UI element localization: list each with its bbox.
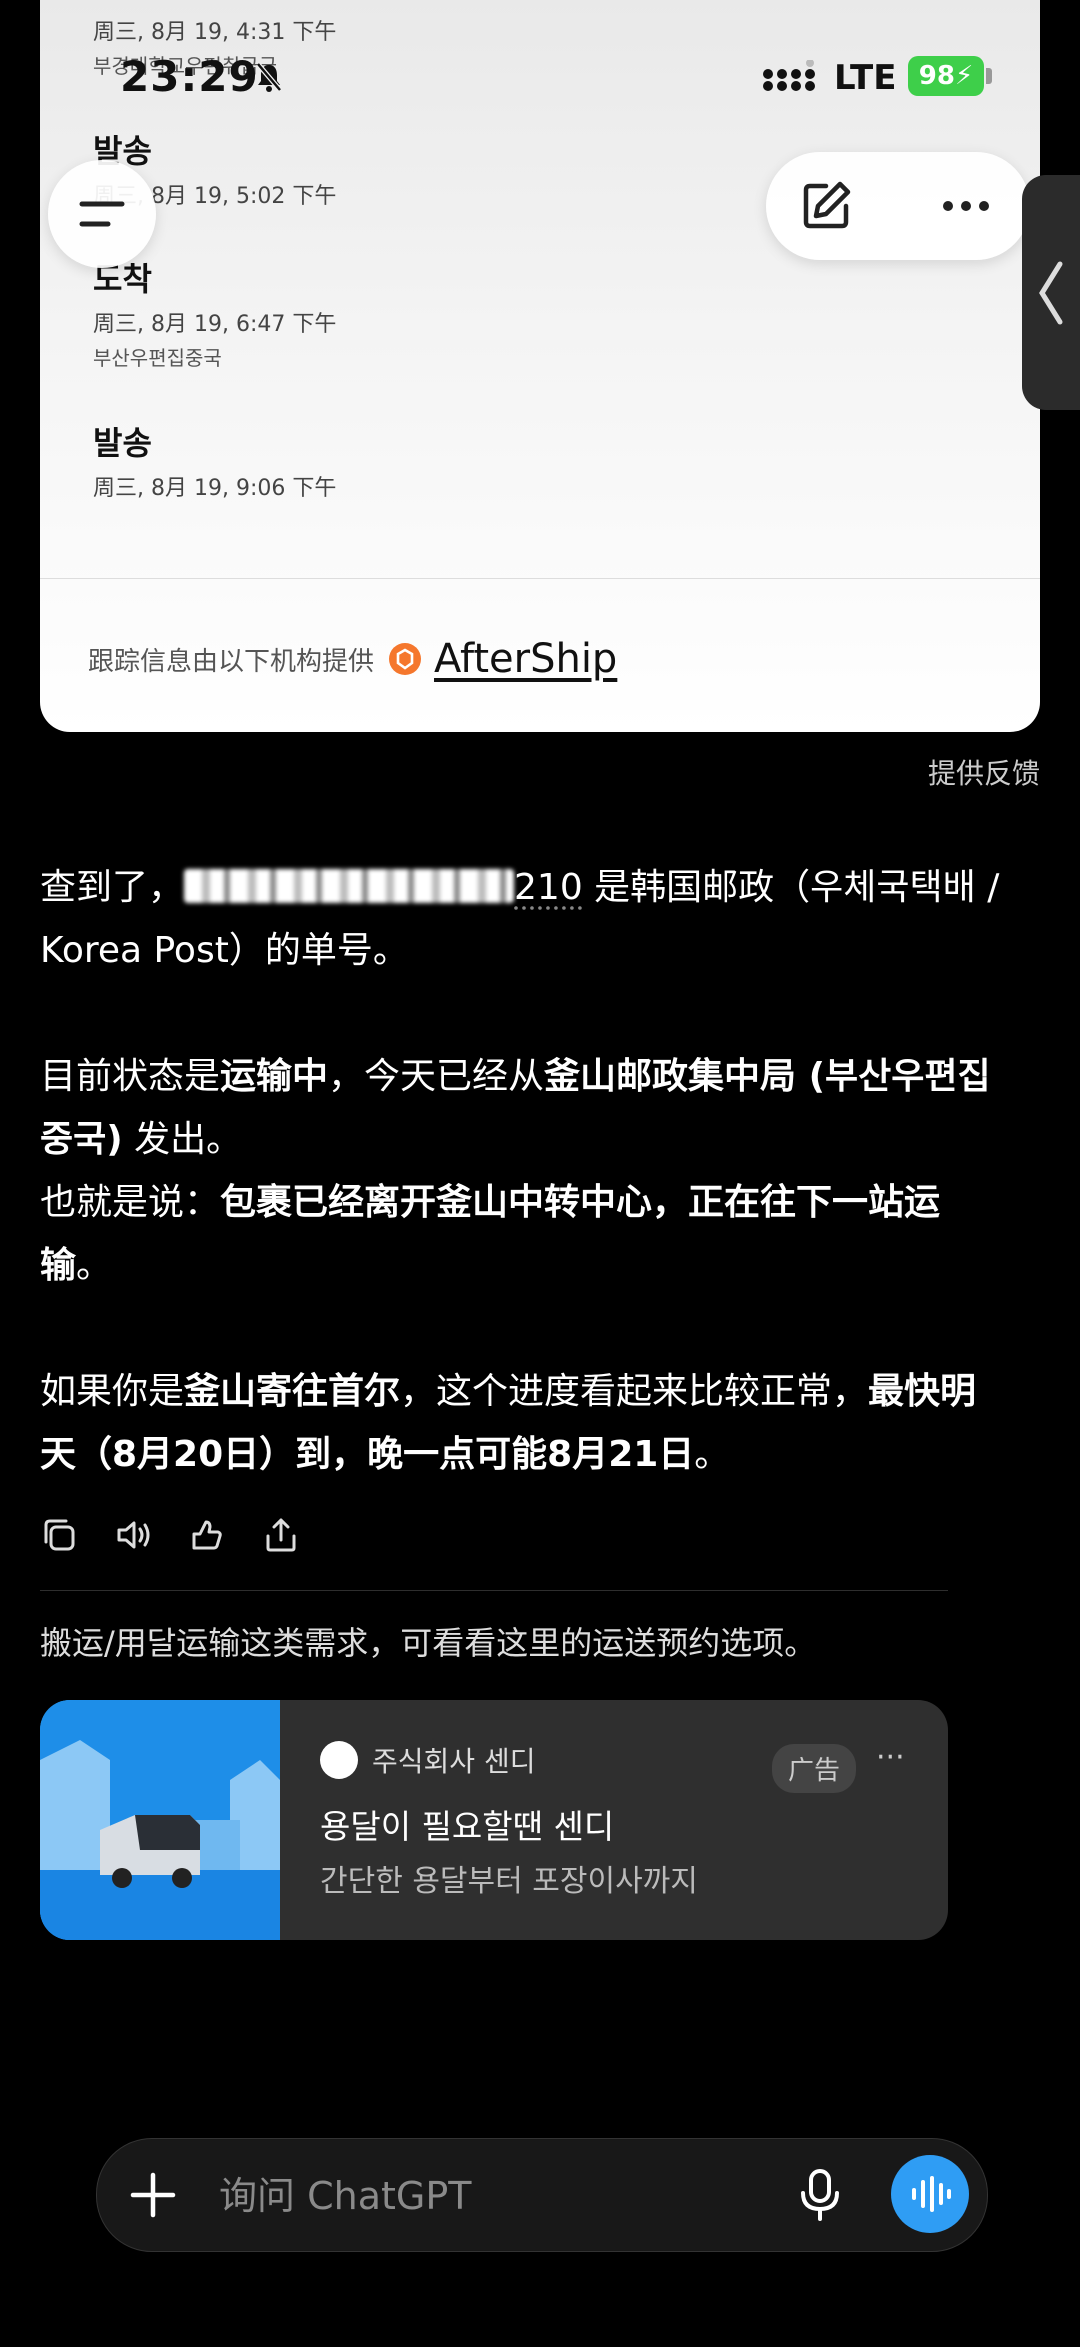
- sponsored-card[interactable]: 주식회사 센디 용달이 필요할땐 센디 간단한 용달부터 포장이사까지 广告 ·…: [40, 1700, 948, 1940]
- message-paragraph: 目前状态是运输中，今天已经从釜山邮政集中局 (부산우편집중국) 发出。: [40, 1045, 1000, 1171]
- message-text: ，这个进度看起来比较正常，: [400, 1371, 869, 1412]
- event-status: 발송: [93, 132, 152, 170]
- message-divider: [40, 1590, 948, 1591]
- battery-level: 98: [918, 61, 955, 91]
- chat-input[interactable]: [217, 2167, 821, 2225]
- message-text: 目前状态是: [40, 1056, 221, 1097]
- tracking-source: 跟踪信息由以下机构提供 AfterShip: [88, 636, 617, 682]
- event-status: 발송: [93, 424, 152, 462]
- tracking-event-4: 발송 周三, 8月 19, 9:06 下午: [93, 418, 336, 502]
- redacted-number: [184, 869, 515, 903]
- new-chat-edit-icon[interactable]: [796, 176, 856, 236]
- composer-bar: [96, 2138, 988, 2252]
- bell-muted-icon: [256, 62, 282, 92]
- copy-icon[interactable]: [40, 1516, 78, 1554]
- feedback-thumbs-icon[interactable]: [188, 1516, 226, 1554]
- side-panel-handle[interactable]: [1022, 175, 1080, 410]
- read-aloud-icon[interactable]: [114, 1516, 152, 1554]
- microphone-icon[interactable]: [791, 2165, 849, 2223]
- charging-icon: ⚡: [954, 61, 974, 91]
- message-text: ，今天已经从: [328, 1056, 545, 1097]
- ad-brand-name: 주식회사 센디: [372, 1745, 536, 1778]
- ad-truck-image: [40, 1700, 280, 1940]
- event-status: 도착: [93, 260, 152, 298]
- menu-icon: [79, 201, 125, 227]
- tracking-card: 周三, 8月 19, 4:31 下午 부경대학교우편취급국 발송 周三, 8月 …: [40, 0, 1040, 732]
- message-paragraph: 如果你是釜山寄往首尔，这个进度看起来比较正常，最快明天（8月20日）到，晚一点可…: [40, 1360, 1000, 1486]
- event-time: 周三, 8月 19, 9:06 下午: [93, 476, 337, 501]
- source-label: 跟踪信息由以下机构提供: [88, 646, 375, 677]
- chevron-left-icon: [1039, 261, 1063, 324]
- message-text: 发出。: [122, 1119, 243, 1160]
- ad-description: 간단한 용달부터 포장이사까지: [320, 1864, 698, 1899]
- share-icon[interactable]: [262, 1516, 300, 1554]
- brand-logo-icon: [320, 1741, 358, 1779]
- aftership-logo-icon: [389, 643, 422, 675]
- status-time: 23:29: [120, 52, 259, 101]
- ad-badge: 广告: [772, 1744, 857, 1793]
- network-type: LTE: [834, 58, 897, 98]
- voice-mode-button[interactable]: [891, 2155, 969, 2233]
- message-paragraph: 也就是说：包裹已经离开釜山中转中心，正在往下一站运输。: [40, 1171, 1000, 1297]
- tracking-number[interactable]: 210: [184, 867, 583, 908]
- ad-more-button[interactable]: ···: [876, 1740, 905, 1775]
- message-actions: [40, 1516, 300, 1554]
- battery-indicator: 98 ⚡: [908, 56, 984, 96]
- assistant-message: 查到了， 210 是韩国邮政（우체국택배 / Korea Post）的单号。 目前…: [40, 856, 1000, 1486]
- plus-icon[interactable]: [125, 2167, 181, 2223]
- menu-button[interactable]: [48, 160, 156, 268]
- feedback-link[interactable]: 提供反馈: [928, 752, 1040, 792]
- card-divider: [40, 578, 1040, 579]
- ad-intro: 搬运/用달运输这类需求，可看看这里的运送预约选项。: [40, 1624, 817, 1662]
- tracking-number-suffix: 210: [514, 867, 583, 908]
- voice-waveform-icon: [912, 2176, 951, 2212]
- message-bold: 运输中: [220, 1056, 329, 1097]
- event-location: 부산우편집중국: [93, 346, 222, 370]
- ad-title: 용달이 필요할땐 센디: [320, 1807, 615, 1846]
- ad-brand: 주식회사 센디: [320, 1740, 698, 1780]
- message-bold: 釜山寄往首尔: [184, 1371, 401, 1412]
- message-text: 查到了，: [40, 867, 185, 908]
- more-options-icon[interactable]: [936, 176, 996, 236]
- tracking-event-3: 도착 周三, 8月 19, 6:47 下午 부산우편집중국: [93, 254, 336, 371]
- event-time: 周三, 8月 19, 4:31 下午: [93, 20, 337, 45]
- signal-icon: [763, 60, 815, 91]
- aftership-link[interactable]: AfterShip: [434, 636, 617, 682]
- message-text: 。: [694, 1434, 731, 1475]
- event-time: 周三, 8月 19, 6:47 下午: [93, 312, 337, 337]
- message-text: 如果你是: [40, 1371, 185, 1412]
- message-text: 。: [76, 1245, 113, 1286]
- message-text: 也就是说：: [40, 1182, 221, 1223]
- top-actions: [766, 152, 1030, 260]
- ad-content: 주식회사 센디 용달이 필요할땐 센디 간단한 용달부터 포장이사까지: [320, 1740, 698, 1900]
- message-paragraph: 查到了， 210 是韩国邮政（우체국택배 / Korea Post）的单号。: [40, 856, 1000, 982]
- battery-tip: [986, 68, 992, 84]
